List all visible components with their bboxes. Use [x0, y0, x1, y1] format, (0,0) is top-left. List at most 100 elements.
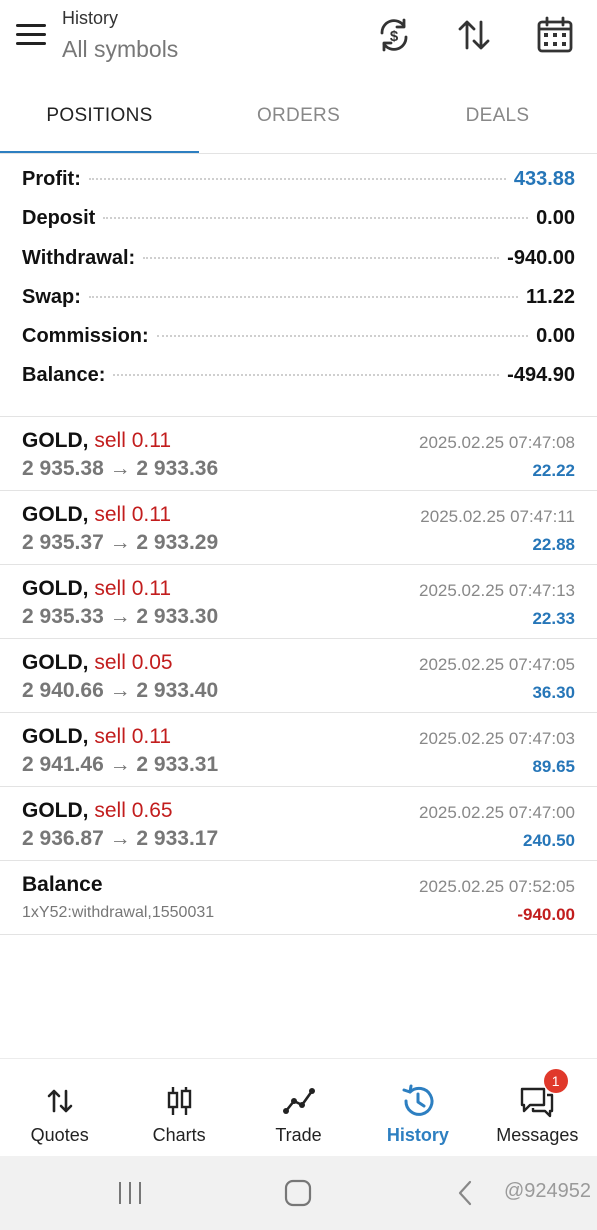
- summary-row-profit: Profit: 433.88: [22, 168, 575, 207]
- deal-time: 2025.02.25 07:47:08: [419, 433, 575, 452]
- summary-value: -494.90: [507, 364, 575, 387]
- list-item[interactable]: GOLD, sell 0.65 2 936.87 → 2 933.17 2025…: [0, 787, 597, 861]
- summary-row-swap: Swap: 11.22: [22, 286, 575, 325]
- watermark: @924952: [503, 1180, 591, 1202]
- deal-time: 2025.02.25 07:47:00: [419, 803, 575, 822]
- summary-value: 0.00: [536, 325, 575, 348]
- page-title: History: [62, 8, 119, 28]
- balance-comment: 1xY52:withdrawal,1550031: [22, 904, 215, 921]
- summary-value: 0.00: [536, 207, 575, 230]
- tab-deals[interactable]: DEALS: [398, 80, 597, 154]
- deal-side: sell 0.11: [94, 429, 172, 452]
- deal-profit: 22.33: [532, 609, 575, 628]
- nav-label: Messages: [496, 1125, 579, 1145]
- sort-icon[interactable]: [454, 15, 494, 55]
- summary-value: 11.22: [526, 285, 575, 308]
- tab-orders[interactable]: ORDERS: [199, 80, 398, 154]
- deal-profit: 240.50: [523, 831, 575, 850]
- home-icon[interactable]: [278, 1176, 318, 1210]
- list-item[interactable]: GOLD, sell 0.05 2 940.66 → 2 933.40 2025…: [0, 639, 597, 713]
- nav-label: History: [386, 1125, 449, 1145]
- deal-time: 2025.02.25 07:47:05: [419, 655, 575, 674]
- positions-list: GOLD, sell 0.11 2 935.38 → 2 933.36 2025…: [0, 417, 597, 935]
- summary-row-withdrawal: Withdrawal: -940.00: [22, 247, 575, 286]
- deal-prices: 2 935.38 → 2 933.36: [22, 457, 219, 480]
- deal-profit: 22.88: [532, 535, 575, 554]
- deal-prices: 2 935.33 → 2 933.30: [22, 605, 219, 628]
- deal-profit: 36.30: [532, 683, 575, 702]
- nav-trade[interactable]: Trade: [239, 1059, 358, 1157]
- nav-messages[interactable]: 1 Messages: [478, 1059, 597, 1157]
- deal-profit: 22.22: [532, 461, 575, 480]
- summary-value: 433.88: [513, 168, 575, 190]
- summary-label: Balance:: [22, 364, 106, 387]
- deal-time: 2025.02.25 07:47:03: [419, 729, 575, 748]
- deal-time: 2025.02.25 07:47:13: [419, 581, 575, 600]
- currency-exchange-icon[interactable]: $: [374, 15, 414, 55]
- deal-symbol: GOLD,: [22, 503, 89, 526]
- summary-row-commission: Commission: 0.00: [22, 325, 575, 364]
- deal-symbol: GOLD,: [22, 429, 89, 452]
- app-header: History All symbols $: [0, 0, 597, 80]
- deal-side: sell 0.05: [94, 651, 173, 674]
- deal-side: sell 0.11: [94, 725, 172, 748]
- deal-side: sell 0.11: [94, 577, 172, 600]
- deal-side: sell 0.11: [94, 503, 172, 526]
- summary-label: Profit:: [22, 168, 81, 190]
- summary-label: Commission:: [22, 325, 149, 348]
- deal-prices: 2 941.46 → 2 933.31: [22, 753, 219, 776]
- deal-symbol: GOLD,: [22, 799, 89, 822]
- balance-list-item[interactable]: Balance 1xY52:withdrawal,1550031 2025.02…: [0, 861, 597, 935]
- balance-title: Balance: [22, 873, 103, 896]
- trend-line-icon: [279, 1081, 319, 1121]
- dotted-leader: [143, 256, 500, 259]
- dotted-leader: [103, 217, 529, 220]
- candlestick-icon: [159, 1081, 199, 1121]
- nav-quotes[interactable]: Quotes: [0, 1059, 119, 1157]
- summary-row-deposit: Deposit 0.00: [22, 207, 575, 246]
- calendar-icon[interactable]: [535, 15, 575, 55]
- list-item[interactable]: GOLD, sell 0.11 2 935.38 → 2 933.36 2025…: [0, 417, 597, 491]
- summary-value: -940.00: [507, 246, 575, 269]
- symbol-filter[interactable]: All symbols: [62, 36, 178, 63]
- dotted-leader: [156, 335, 529, 338]
- dotted-leader: [88, 178, 506, 180]
- svg-text:$: $: [390, 28, 399, 45]
- history-icon: [398, 1081, 438, 1121]
- deal-prices: 2 935.37 → 2 933.29: [22, 531, 219, 554]
- deal-prices: 2 936.87 → 2 933.17: [22, 827, 219, 850]
- nav-label: Trade: [275, 1125, 322, 1145]
- nav-charts[interactable]: Charts: [119, 1059, 238, 1157]
- balance-time: 2025.02.25 07:52:05: [419, 877, 575, 896]
- summary-label: Deposit: [22, 207, 96, 230]
- list-item[interactable]: GOLD, sell 0.11 2 941.46 → 2 933.31 2025…: [0, 713, 597, 787]
- divider: [0, 153, 597, 154]
- back-icon[interactable]: [448, 1176, 488, 1210]
- deal-prices: 2 940.66 → 2 933.40: [22, 679, 219, 702]
- deal-side: sell 0.65: [94, 799, 173, 822]
- recent-apps-icon[interactable]: [110, 1176, 150, 1210]
- bottom-navigation: Quotes Charts Trade History 1 Messages: [0, 1058, 597, 1157]
- summary-row-balance: Balance: -494.90: [22, 364, 575, 403]
- list-item[interactable]: GOLD, sell 0.11 2 935.37 → 2 933.29 2025…: [0, 491, 597, 565]
- tab-positions[interactable]: POSITIONS: [0, 80, 199, 154]
- list-item[interactable]: GOLD, sell 0.11 2 935.33 → 2 933.30 2025…: [0, 565, 597, 639]
- balance-amount: -940.00: [517, 905, 575, 924]
- unread-badge: 1: [543, 1069, 568, 1093]
- deal-symbol: GOLD,: [22, 577, 89, 600]
- deal-profit: 89.65: [532, 757, 575, 776]
- deal-time: 2025.02.25 07:47:11: [420, 507, 575, 526]
- nav-history[interactable]: History: [358, 1059, 477, 1157]
- history-tabs: POSITIONS ORDERS DEALS: [0, 80, 597, 154]
- dotted-leader: [113, 374, 500, 377]
- nav-label: Quotes: [30, 1125, 89, 1145]
- summary-label: Withdrawal:: [22, 246, 136, 269]
- deal-symbol: GOLD,: [22, 651, 89, 674]
- summary-panel: Profit: 433.88 Deposit 0.00 Withdrawal: …: [22, 168, 575, 404]
- deal-symbol: GOLD,: [22, 725, 89, 748]
- system-navigation-bar: @924952: [0, 1156, 597, 1230]
- summary-label: Swap:: [22, 285, 81, 308]
- dotted-leader: [88, 295, 519, 298]
- menu-icon[interactable]: [16, 24, 46, 46]
- arrows-updown-icon: [40, 1081, 80, 1121]
